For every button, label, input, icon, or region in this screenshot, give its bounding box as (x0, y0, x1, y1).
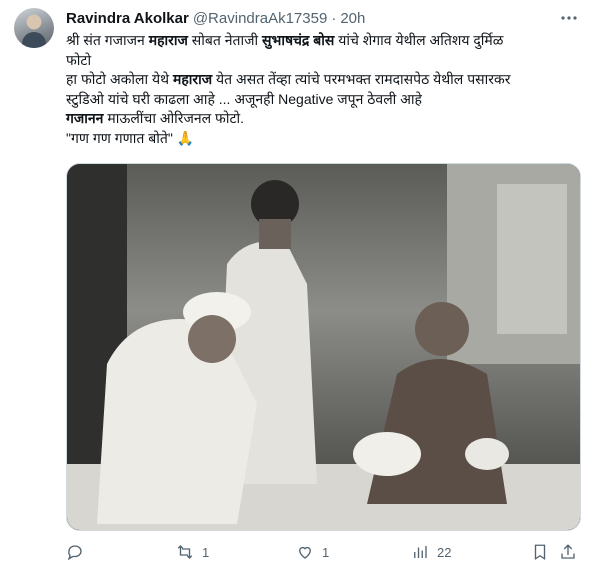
tweet-text-line: फोटो (66, 51, 584, 71)
author-name[interactable]: Ravindra Akolkar (66, 10, 189, 27)
tweet-text: श्री संत गजाजन महाराज सोबत नेताजी सुभाषच… (66, 31, 584, 148)
reply-icon (67, 545, 82, 561)
author-handle[interactable]: @RavindraAk17359 (193, 10, 327, 27)
retweet-icon (177, 545, 193, 559)
tweet-text-bold: सुभाषचंद्र बोस (262, 32, 335, 48)
more-dots-icon[interactable] (559, 8, 579, 28)
reply-button[interactable] (66, 543, 176, 561)
tweet-text-span: फोटो (66, 51, 92, 68)
bookmark-icon (534, 544, 546, 561)
tweet-text-bold: महाराज (148, 32, 188, 48)
share-icon (561, 544, 575, 559)
tweet-text-line: हा फोटो अकोला येथे महाराज येत असत तेंव्ह… (66, 70, 584, 90)
like-count: 1 (322, 544, 330, 560)
tweet-text-span: माऊलींचा ओरिजनल फोटो. (103, 110, 245, 126)
action-bar: 1 1 22 (66, 540, 583, 564)
tweet-text-bold: गजानन (66, 110, 104, 126)
tweet-text-line: स्टुडिओ यांचे घरी काढला आहे ... अजूनही N… (66, 90, 584, 110)
tweet-text-span: यांचे शेगाव येथील अतिशय दुर्मिळ (334, 32, 504, 48)
tweet-text-span: "गण गण गणात बोते" 🙏 (66, 129, 195, 146)
views-count: 22 (437, 544, 452, 560)
tweet-text-span: सोबत नेताजी (187, 32, 263, 48)
tweet-text-bold: महाराज (172, 71, 213, 87)
tweet-text-line: "गण गण गणात बोते" 🙏 (66, 129, 584, 149)
heart-icon (299, 546, 311, 559)
tweet-photo[interactable] (66, 163, 581, 531)
tweet-text-line: श्री संत गजाजन महाराज सोबत नेताजी सुभाषच… (66, 31, 584, 51)
tweet-text-span: येत असत तेंव्हा त्यांचे परमभक्त रामदासपे… (212, 71, 511, 87)
bookmark-button[interactable] (531, 543, 559, 561)
retweet-count: 1 (202, 544, 210, 560)
like-button[interactable]: 1 (296, 543, 411, 561)
tweet-header: Ravindra Akolkar @RavindraAk17359 · 20h (66, 8, 581, 28)
views-button[interactable]: 22 (411, 543, 531, 561)
retweet-button[interactable]: 1 (176, 543, 296, 561)
timestamp[interactable]: 20h (340, 10, 365, 27)
avatar[interactable] (14, 8, 54, 48)
historic-photo-image (67, 164, 580, 530)
tweet-text-span: हा फोटो अकोला येथे (66, 71, 173, 87)
tweet-text-line: गजानन माऊलींचा ओरिजनल फोटो. (66, 109, 584, 129)
views-chart-icon (414, 546, 427, 558)
tweet: Ravindra Akolkar @RavindraAk17359 · 20h … (0, 0, 595, 572)
tweet-text-span: श्री संत गजाजन (66, 32, 149, 48)
tweet-text-span: स्टुडिओ यांचे घरी काढला आहे ... अजूनही N… (66, 90, 422, 107)
separator: · (331, 9, 337, 27)
share-button[interactable] (559, 543, 583, 561)
